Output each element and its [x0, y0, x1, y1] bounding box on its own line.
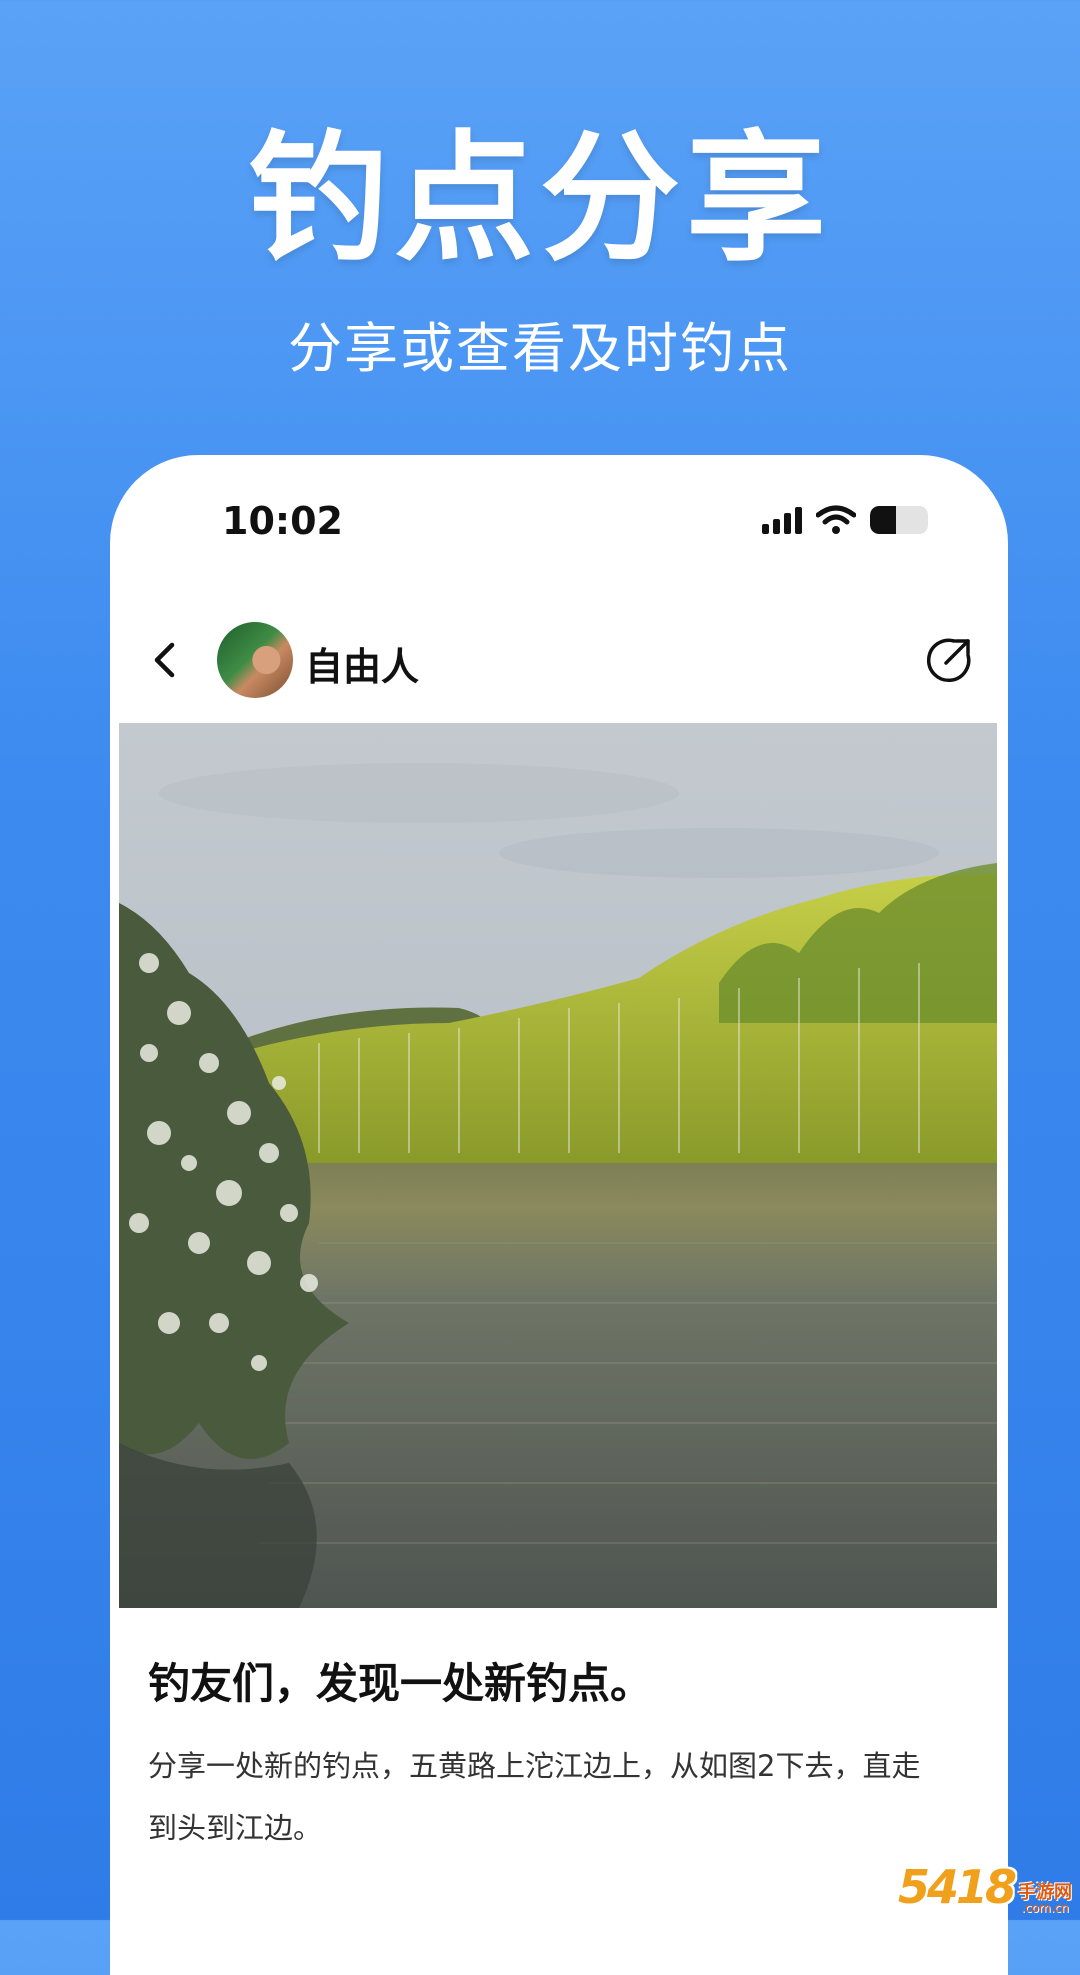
hero-title: 钓点分享: [247, 118, 832, 281]
battery-fill: [870, 506, 897, 534]
signal-icon: [762, 506, 802, 534]
post-title: 钓友们，发现一处新钓点。: [148, 1659, 653, 1708]
watermark-en: .com.cn: [1021, 1901, 1069, 1915]
battery-icon: [870, 506, 928, 534]
post-header: 自由人: [110, 610, 1008, 710]
watermark-digits: 5418: [897, 1860, 1017, 1914]
share-icon[interactable]: [924, 635, 974, 685]
lake-photo-image: [119, 723, 997, 1608]
user-name[interactable]: 自由人: [305, 636, 419, 691]
watermark-cn: 手游网: [1018, 1882, 1072, 1903]
phone-mockup: 10:02 自由人 钓友们，发现一处新钓点。 分享一处新的钓点，五黄路上沱江边上…: [110, 455, 1008, 1975]
wifi-icon: [816, 505, 856, 534]
post-body: 分享一处新的钓点，五黄路上沱江边上，从如图2下去，直走到头到江边。: [148, 1749, 921, 1845]
avatar[interactable]: [217, 622, 293, 698]
watermark-words: 手游网 .com.cn: [1018, 1882, 1072, 1915]
status-icons: [762, 505, 928, 535]
status-time: 10:02: [222, 499, 343, 543]
chevron-left-icon[interactable]: [140, 635, 190, 685]
post-photo[interactable]: [119, 723, 997, 1608]
site-watermark: 5418 手游网 .com.cn: [898, 1860, 1072, 1914]
hero-subtitle: 分享或查看及时钓点: [288, 317, 792, 380]
